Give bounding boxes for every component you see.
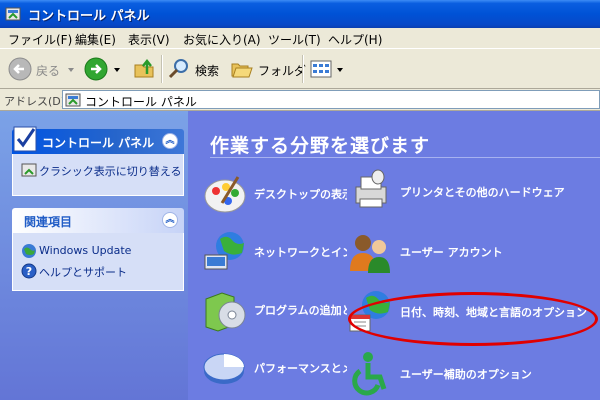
related-topics-panel-header[interactable]: 関連項目 ︽ [12,208,184,233]
menu-edit[interactable]: 編集(E) [75,31,116,48]
toolbar-separator [302,55,304,83]
toolbar-separator [161,55,163,83]
date-time-globe-icon [349,291,390,332]
views-dropdown-icon [337,68,343,72]
folders-label: フォルダ [258,64,307,78]
category-label: ユーザー補助のオプション [400,368,532,381]
network-globe-icon [204,232,244,270]
address-label: アドレス(D) [4,95,66,108]
programs-cd-box-icon [205,292,246,332]
back-arrow-icon [8,57,32,81]
category-label: ネットワークとインターネット [254,246,347,259]
folders-button[interactable]: フォルダ [230,57,306,81]
forward-button[interactable] [84,57,124,81]
menu-help[interactable]: ヘルプ(H) [328,31,382,48]
switch-classic-view-link[interactable]: クラシック表示に切り替える [13,160,183,180]
printer-mouse-icon [355,169,387,208]
address-bar: アドレス(D) コントロール パネル [0,89,600,111]
views-button[interactable] [309,57,345,81]
category-label: デスクトップの表示 [254,188,347,201]
accessibility-wheelchair-icon [352,352,387,396]
help-and-support-link[interactable]: ? ヘルプとサポート [13,261,183,281]
menu-file[interactable]: ファイル(F) [8,31,72,48]
task-pane: コントロール パネル ︽ クラシック表示に切り替える 関連項目 ︽ Window… [0,111,188,400]
category-label: プログラムの追加と削除 [254,304,347,317]
up-folder-icon [134,58,154,78]
desktop-appearance-icon [204,176,246,213]
menu-bar: ファイル(F) 編集(E) 表示(V) お気に入り(A) ツール(T) ヘルプ(… [0,28,600,49]
category-label: 日付、時刻、地域と言語のオプション [400,306,587,319]
user-accounts-icon [350,235,390,273]
control-panel-icon [21,163,37,177]
forward-dropdown-icon [114,68,120,72]
control-panel-panel-body: クラシック表示に切り替える [12,154,184,196]
help-icon: ? [21,263,37,279]
related-topics-panel-body: Windows Update ? ヘルプとサポート [12,233,184,291]
category-column-left: デスクトップの表示 ネットワークとインターネット プログラムの追加と削除 [202,171,347,400]
back-label: 戻る [36,64,61,78]
back-dropdown-icon [68,68,74,72]
related-topics-title: 関連項目 [24,215,73,229]
views-icon [310,60,332,78]
control-panel-panel: コントロール パネル ︽ クラシック表示に切り替える [12,126,184,196]
title-bar[interactable]: コントロール パネル [0,0,600,28]
page-heading: 作業する分野を選びます [210,135,431,157]
category-label: ユーザー アカウント [400,246,503,259]
checklist-icon [13,126,37,152]
toolbar: 戻る 検索 フォルダ [0,49,600,89]
window-title: コントロール パネル [28,9,150,24]
category-label: パフォーマンスとメンテナンス [254,362,347,375]
performance-pie-icon [203,353,245,384]
control-panel-icon [65,93,81,107]
menu-tools[interactable]: ツール(T) [268,31,321,48]
search-label: 検索 [195,64,220,78]
control-panel-panel-title: コントロール パネル [42,136,155,150]
svg-text:?: ? [26,265,32,278]
category-label: プリンタとその他のハードウェア [400,186,565,199]
address-value: コントロール パネル [85,95,197,109]
back-button[interactable]: 戻る [8,57,78,81]
menu-view[interactable]: 表示(V) [128,31,170,48]
category-view: 作業する分野を選びます デスクトップの表示 ネットワークとインターネット [188,111,600,400]
search-icon [168,59,188,79]
folders-icon [231,63,253,78]
control-panel-icon [5,7,21,21]
windows-update-link[interactable]: Windows Update [13,241,183,261]
heading-divider [210,157,600,158]
control-panel-panel-header[interactable]: コントロール パネル ︽ [12,126,184,154]
up-folder-button[interactable] [133,57,157,81]
collapse-chevron-icon[interactable]: ︽ [162,212,178,228]
address-input[interactable]: コントロール パネル [62,90,600,109]
collapse-chevron-icon[interactable]: ︽ [162,133,178,149]
menu-favorites[interactable]: お気に入り(A) [183,31,261,48]
forward-arrow-icon [84,57,108,81]
search-button[interactable]: 検索 [167,57,222,81]
related-topics-panel: 関連項目 ︽ Windows Update ? ヘルプとサポート [12,208,184,291]
windows-update-globe-icon [22,244,36,258]
